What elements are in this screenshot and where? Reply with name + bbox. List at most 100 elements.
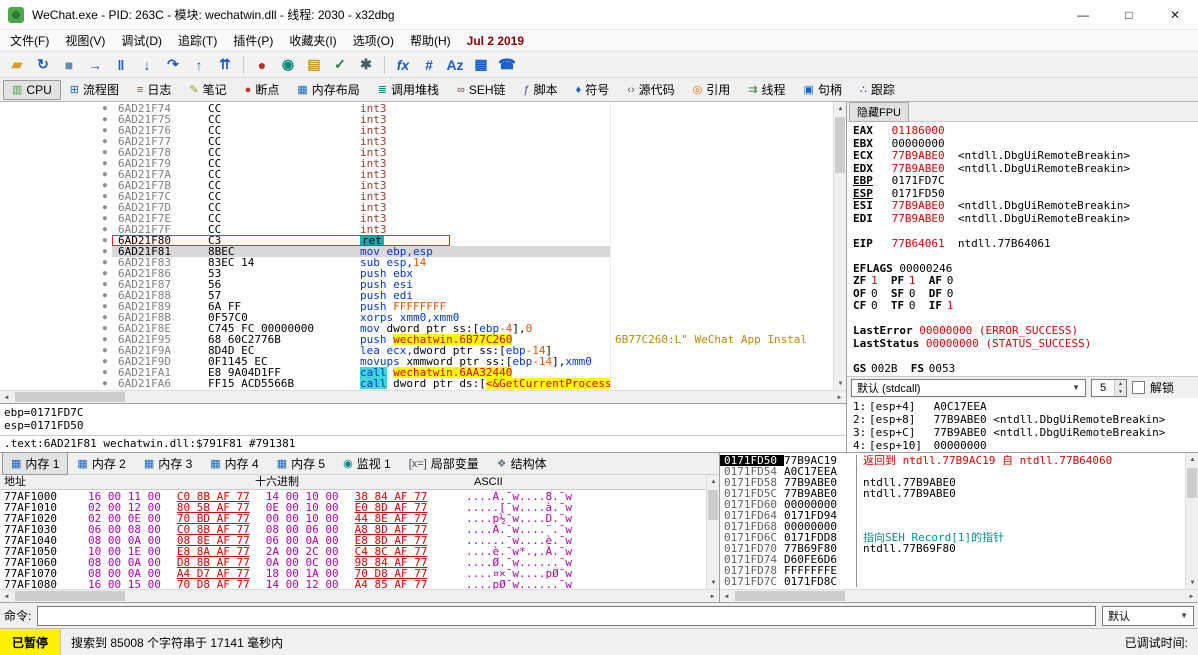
scrollbar-thumb[interactable]	[1187, 468, 1197, 498]
breakpoint-dot[interactable]: ●	[103, 334, 107, 345]
tab-threads[interactable]: ⇉线程	[739, 78, 794, 101]
disasm-row[interactable]: ●6AD21F80C3ret	[0, 235, 833, 246]
breakpoint-dot[interactable]: ●	[103, 268, 107, 279]
run-icon[interactable]: →	[83, 54, 107, 76]
breakpoint-dot[interactable]: ●	[103, 202, 107, 213]
step-over-icon[interactable]: ↷	[161, 54, 185, 76]
scroll-right-arrow[interactable]: ►	[1185, 590, 1198, 603]
register-line[interactable]: EIP 77B64061 ntdll.77B64061	[853, 238, 1194, 251]
pause-icon[interactable]: ‖	[109, 54, 133, 76]
breakpoint-dot[interactable]: ●	[103, 290, 107, 301]
step-out-icon[interactable]: ↑	[187, 54, 211, 76]
scrollbar-thumb[interactable]	[15, 392, 125, 402]
functions-icon[interactable]: fx	[391, 54, 415, 76]
breakpoint-dot[interactable]: ●	[103, 213, 107, 224]
breakpoint-dot[interactable]: ●	[103, 367, 107, 378]
settings-gear-icon[interactable]: ✱	[354, 54, 378, 76]
tab-handles[interactable]: ▣句柄	[795, 78, 851, 101]
tab-notes[interactable]: ✎笔记	[180, 78, 235, 101]
breakpoint-dot[interactable]: ●	[103, 235, 107, 246]
register-line[interactable]: EDI 77B9ABE0 <ntdll.DbgUiRemoteBreakin>	[853, 213, 1194, 226]
tab-symbols[interactable]: ♦符号	[567, 78, 619, 101]
scrollbar-thumb[interactable]	[835, 117, 845, 173]
breakpoint-dot[interactable]: ●	[103, 301, 107, 312]
breakpoint-dot[interactable]: ●	[103, 257, 107, 268]
scroll-right-arrow[interactable]: ►	[706, 590, 719, 603]
app-icon[interactable]	[8, 7, 24, 23]
phone-icon[interactable]: ☎	[495, 54, 519, 76]
scrollbar-track[interactable]	[13, 590, 706, 602]
breakpoint-dot[interactable]: ●	[103, 125, 107, 136]
breakpoint-dot[interactable]: ●	[103, 136, 107, 147]
breakpoint-dot[interactable]: ●	[103, 279, 107, 290]
arg-count-spinner[interactable]: 5 ▲ ▼	[1091, 379, 1127, 397]
tab-memory-map[interactable]: ▦内存布局	[288, 78, 368, 101]
tab-log[interactable]: ≡日志	[128, 78, 180, 101]
log-icon[interactable]: ▤	[302, 54, 326, 76]
spinner-up-arrow[interactable]: ▲	[1115, 380, 1126, 388]
command-profile-select[interactable]: 默认 ▼	[1102, 606, 1194, 626]
open-file-icon[interactable]: ▰	[5, 54, 29, 76]
scroll-down-arrow[interactable]: ▼	[834, 377, 846, 390]
tab-dump4[interactable]: ▦内存 4	[201, 452, 267, 475]
breakpoint-dot[interactable]: ●	[103, 158, 107, 169]
tab-dump3[interactable]: ▦内存 3	[135, 452, 201, 475]
close-button[interactable]: ✕	[1152, 0, 1198, 29]
register-line[interactable]: CF0 TF0 IF1	[853, 300, 1194, 313]
restart-icon[interactable]: ↻	[31, 54, 55, 76]
tab-watch1[interactable]: ◉监视 1	[334, 452, 400, 475]
scrollbar-thumb[interactable]	[708, 490, 718, 520]
scrollbar-track[interactable]	[707, 488, 719, 576]
tab-cpu[interactable]: ▥CPU	[3, 80, 61, 100]
menu-plugins[interactable]: 插件(P)	[225, 30, 281, 51]
hide-fpu-button[interactable]: 隐藏FPU	[849, 102, 909, 122]
menu-options[interactable]: 选项(O)	[345, 30, 402, 51]
tab-breakpoints[interactable]: ●断点	[236, 78, 289, 101]
scrollbar-thumb[interactable]	[735, 591, 845, 601]
tab-dump1[interactable]: ▦内存 1	[2, 452, 68, 475]
scrollbar-track[interactable]	[13, 391, 833, 403]
menu-view[interactable]: 视图(V)	[57, 30, 113, 51]
breakpoint-dot[interactable]: ●	[103, 323, 107, 334]
breakpoint-dot[interactable]: ●	[103, 103, 107, 114]
breakpoint-dot[interactable]: ●	[103, 169, 107, 180]
stack-horizontal-scrollbar[interactable]: ◄ ►	[720, 589, 1198, 602]
step-into-icon[interactable]: ↓	[135, 54, 159, 76]
run-to-user-icon[interactable]: ⇈	[213, 54, 237, 76]
scroll-up-arrow[interactable]: ▲	[707, 475, 719, 488]
register-line[interactable]: ZF1 PF1 AF0	[853, 275, 1194, 288]
breakpoint-dot[interactable]: ●	[103, 191, 107, 202]
argument-row[interactable]: 4:[esp+10] 00000000	[853, 439, 1194, 452]
scroll-down-arrow[interactable]: ▼	[1186, 576, 1198, 589]
menu-debug[interactable]: 调试(D)	[113, 30, 170, 51]
maximize-button[interactable]: □	[1106, 0, 1152, 29]
menu-help[interactable]: 帮助(H)	[402, 30, 459, 51]
scrollbar-track[interactable]	[733, 590, 1185, 602]
scroll-down-arrow[interactable]: ▼	[707, 576, 719, 589]
animate-icon[interactable]: ◉	[276, 54, 300, 76]
stack-row[interactable]: 0171FD7C0171FD8C	[720, 576, 1185, 587]
tab-call-stack[interactable]: ≣调用堆栈	[369, 78, 448, 101]
calling-convention-select[interactable]: 默认 (stdcall) ▼	[851, 379, 1086, 397]
tab-trace[interactable]: ∴跟踪	[851, 78, 904, 101]
dump-vertical-scrollbar[interactable]: ▲ ▼	[706, 475, 719, 589]
register-line[interactable]: LastStatus 00000000 (STATUS_SUCCESS)	[853, 338, 1194, 351]
breakpoint-dot[interactable]: ●	[103, 180, 107, 191]
scroll-left-arrow[interactable]: ◄	[0, 590, 13, 603]
tab-graph[interactable]: ⊞流程图	[61, 78, 128, 101]
argument-row[interactable]: 2:[esp+8] 77B9ABE0 <ntdll.DbgUiRemoteBre…	[853, 413, 1194, 426]
tab-dump2[interactable]: ▦内存 2	[68, 452, 134, 475]
scrollbar-track[interactable]	[1186, 466, 1198, 576]
breakpoint-dot[interactable]: ●	[103, 224, 107, 235]
breakpoint-dot[interactable]: ●	[103, 246, 107, 257]
breakpoint-dot[interactable]: ●	[103, 378, 107, 389]
register-line[interactable]: EFLAGS 00000246	[853, 263, 1194, 276]
tab-locals[interactable]: [x=]局部变量	[400, 452, 488, 475]
breakpoint-dot[interactable]: ●	[103, 312, 107, 323]
menu-trace[interactable]: 追踪(T)	[170, 30, 225, 51]
scrollbar-thumb[interactable]	[15, 591, 125, 601]
stop-icon[interactable]: ■	[57, 54, 81, 76]
dump-horizontal-scrollbar[interactable]: ◄ ►	[0, 589, 719, 602]
breakpoint-dot[interactable]: ●	[103, 356, 107, 367]
breakpoint-dot[interactable]: ●	[103, 114, 107, 125]
